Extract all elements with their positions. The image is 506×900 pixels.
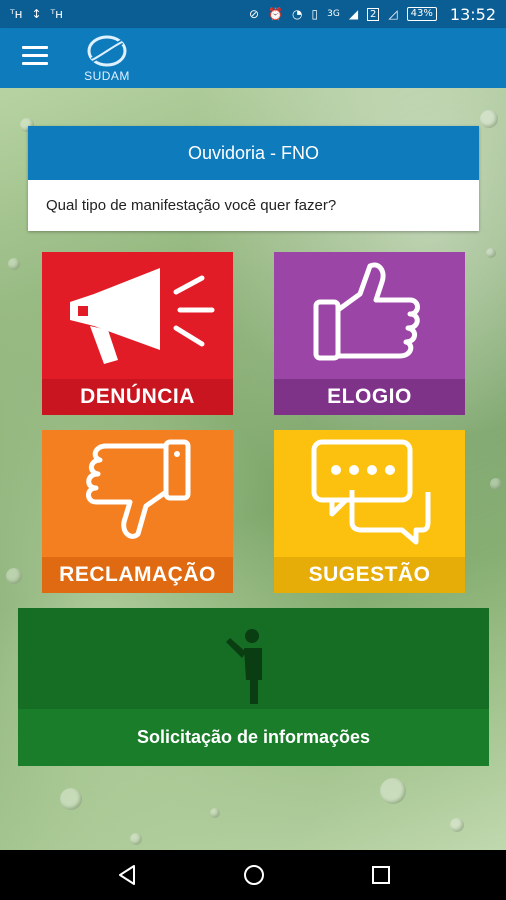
menu-bar-icon	[22, 46, 48, 49]
complaint-tile[interactable]: RECLAMAÇÃO	[42, 430, 233, 593]
water-drop	[60, 788, 82, 810]
menu-bar-icon	[22, 62, 48, 65]
status-right: ⊘ ⏰ ◔ ▯ 3G ◢ 2 ◿ 43% 13:52	[249, 5, 496, 24]
sim-indicator: 2	[367, 7, 380, 21]
person-raising-hand-icon	[226, 629, 262, 704]
status-bar: ᵀʜ ↕ ᵀʜ ⊘ ⏰ ◔ ▯ 3G ◢ 2 ◿ 43% 13:52	[0, 0, 506, 28]
card-question: Qual tipo de manifestação você quer faze…	[46, 197, 337, 214]
water-drop	[480, 110, 498, 128]
ombudsman-card: Ouvidoria - FNO Qual tipo de manifestaçã…	[28, 126, 479, 231]
logo-text: SUDAM	[84, 69, 130, 83]
tile-label-sugestao: SUGESTÃO	[274, 557, 465, 593]
thumbs-up-icon	[313, 262, 420, 361]
signal-h-icon: ᵀʜ	[10, 7, 23, 21]
hamburger-menu-button[interactable]	[22, 46, 48, 68]
alarm-icon: ⏰	[268, 7, 284, 21]
information-request-label: Solicitação de informações	[136, 727, 371, 747]
menu-bar-icon	[22, 54, 48, 57]
compliment-tile[interactable]: ELOGIO	[274, 252, 465, 415]
water-drop	[450, 818, 464, 832]
system-navigation-bar	[0, 850, 506, 900]
recent-apps-icon[interactable]	[369, 863, 393, 887]
sudam-logo: SUDAM	[74, 33, 140, 83]
tile-label-denuncia: DENÚNCIA	[42, 379, 233, 415]
data-transfer-icon: ↕	[31, 7, 42, 21]
sudam-logo-icon	[87, 35, 127, 67]
network-type-label: 3G	[327, 9, 340, 19]
suggestion-tile[interactable]: SUGESTÃO	[274, 430, 465, 593]
water-drop	[8, 258, 20, 270]
card-title: Ouvidoria - FNO	[28, 126, 479, 180]
status-clock: 13:52	[449, 4, 496, 24]
vibrate-icon: ▯	[311, 7, 319, 21]
cell-signal-icon: ◿	[388, 7, 398, 21]
water-drop	[130, 833, 142, 845]
water-drop	[210, 808, 220, 818]
complaint-report-tile[interactable]: DENÚNCIA	[42, 252, 233, 415]
information-request-icon-area	[18, 608, 489, 709]
tile-label-reclamacao: RECLAMAÇÃO	[42, 557, 233, 593]
water-drop	[380, 778, 406, 804]
information-request-tile[interactable]: Solicitação de informações	[18, 608, 489, 766]
water-drop	[486, 248, 496, 258]
signal-h-icon: ᵀʜ	[50, 7, 63, 21]
thumbs-down-icon	[86, 439, 191, 539]
tile-label-elogio: ELOGIO	[274, 379, 465, 415]
battery-indicator: 43%	[406, 7, 437, 21]
water-drop	[490, 478, 502, 490]
home-icon[interactable]	[242, 863, 266, 887]
wifi-icon: ◔	[292, 7, 303, 21]
app-bar: SUDAM	[0, 28, 506, 88]
water-drop	[6, 568, 22, 584]
status-left: ᵀʜ ↕ ᵀʜ	[10, 7, 63, 21]
do-not-disturb-icon: ⊘	[249, 7, 260, 21]
cell-signal-icon: ◢	[348, 7, 359, 21]
megaphone-icon	[70, 268, 215, 364]
chat-bubbles-icon	[311, 439, 431, 545]
back-icon[interactable]	[116, 863, 140, 887]
